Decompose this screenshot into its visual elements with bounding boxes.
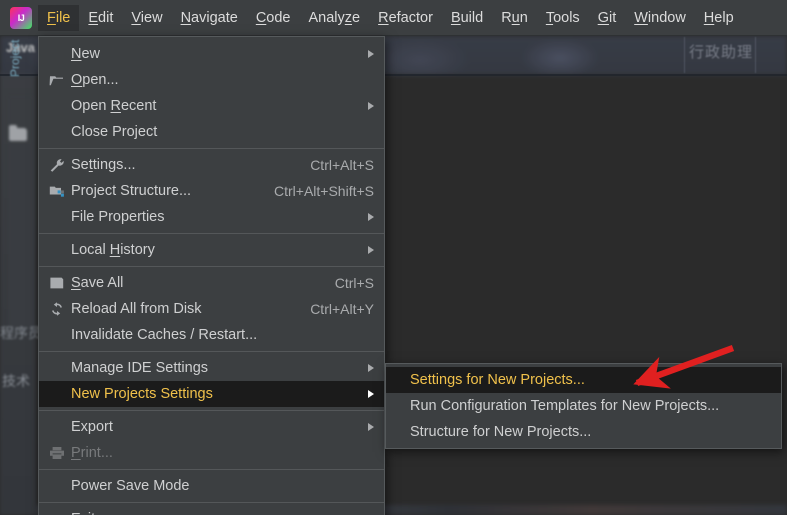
- menu-separator: [39, 502, 384, 503]
- app-logo-icon: [10, 7, 32, 29]
- folder-icon: [9, 128, 27, 141]
- menu-item-label: Print...: [71, 445, 374, 461]
- menu-icon-placeholder: [47, 386, 67, 402]
- menu-item-new[interactable]: New: [39, 41, 384, 67]
- menubar-item-view[interactable]: View: [122, 5, 171, 31]
- menubar-item-refactor[interactable]: Refactor: [369, 5, 442, 31]
- menu-item-print[interactable]: Print...: [39, 440, 384, 466]
- menu-item-label: New: [71, 46, 354, 62]
- menu-icon-placeholder: [47, 124, 67, 140]
- menubar-item-run[interactable]: Run: [492, 5, 537, 31]
- menu-item-shortcut: Ctrl+S: [335, 275, 374, 291]
- menubar-item-build[interactable]: Build: [442, 5, 492, 31]
- menu-icon-placeholder: [47, 98, 67, 114]
- chevron-right-icon: [368, 246, 374, 254]
- menu-item-label: Close Project: [71, 124, 374, 140]
- menu-item-label: Project Structure...: [71, 183, 256, 199]
- menu-item-label: Open Recent: [71, 98, 354, 114]
- background-watermark-2: 技术: [2, 371, 30, 391]
- menu-icon-placeholder: [47, 209, 67, 225]
- menu-item-label: Invalidate Caches / Restart...: [71, 327, 374, 343]
- menu-item-label: File Properties: [71, 209, 354, 225]
- menu-item-shortcut: Ctrl+Alt+S: [310, 157, 374, 173]
- menubar-item-window[interactable]: Window: [625, 5, 695, 31]
- menu-item-label: Local History: [71, 242, 354, 258]
- menu-item-local-history[interactable]: Local History: [39, 237, 384, 263]
- menubar-item-navigate[interactable]: Navigate: [172, 5, 247, 31]
- menubar-item-tools[interactable]: Tools: [537, 5, 589, 31]
- reload-icon: [47, 301, 67, 317]
- menu-item-save-all[interactable]: Save All Ctrl+S: [39, 270, 384, 296]
- photo-caption-text: 行政助理: [689, 41, 753, 62]
- menu-icon-placeholder: [47, 511, 67, 515]
- menu-separator: [39, 351, 384, 352]
- chevron-right-icon: [368, 390, 374, 398]
- menu-item-label: Settings...: [71, 157, 292, 173]
- submenu-item-label: Structure for New Projects...: [410, 424, 771, 440]
- menu-item-exit[interactable]: Exit: [39, 506, 384, 515]
- menu-separator: [39, 266, 384, 267]
- menu-item-label: Reload All from Disk: [71, 301, 292, 317]
- menu-item-shortcut: Ctrl+Alt+Y: [310, 301, 374, 317]
- wrench-icon: [47, 157, 67, 173]
- new-projects-settings-submenu: Settings for New Projects... Run Configur…: [385, 363, 782, 449]
- menu-item-manage-ide-settings[interactable]: Manage IDE Settings: [39, 355, 384, 381]
- chevron-right-icon: [368, 364, 374, 372]
- menu-item-invalidate-caches-restart[interactable]: Invalidate Caches / Restart...: [39, 322, 384, 348]
- submenu-item-settings-for-new-projects[interactable]: Settings for New Projects...: [386, 367, 781, 393]
- printer-icon: [47, 445, 67, 461]
- menu-item-open[interactable]: Open...: [39, 67, 384, 93]
- menu-icon-placeholder: [47, 419, 67, 435]
- menu-item-open-recent[interactable]: Open Recent: [39, 93, 384, 119]
- menu-item-reload-all-from-disk[interactable]: Reload All from Disk Ctrl+Alt+Y: [39, 296, 384, 322]
- menu-item-label: Manage IDE Settings: [71, 360, 354, 376]
- menu-item-power-save-mode[interactable]: Power Save Mode: [39, 473, 384, 499]
- menubar-item-edit[interactable]: Edit: [79, 5, 122, 31]
- menu-item-project-structure[interactable]: Project Structure... Ctrl+Alt+Shift+S: [39, 178, 384, 204]
- menu-item-label: Power Save Mode: [71, 478, 374, 494]
- chevron-right-icon: [368, 50, 374, 58]
- submenu-item-label: Settings for New Projects...: [410, 372, 771, 388]
- project-structure-icon: [47, 183, 67, 199]
- submenu-item-label: Run Configuration Templates for New Proj…: [410, 398, 771, 414]
- submenu-item-run-configuration-templates-for-new-projects[interactable]: Run Configuration Templates for New Proj…: [386, 393, 781, 419]
- menu-item-new-projects-settings[interactable]: New Projects Settings: [39, 381, 384, 407]
- menu-icon-placeholder: [47, 360, 67, 376]
- menu-icon-placeholder: [47, 242, 67, 258]
- menubar-item-help[interactable]: Help: [695, 5, 743, 31]
- menu-icon-placeholder: [47, 478, 67, 494]
- save-icon: [47, 275, 67, 291]
- folder-open-icon: [47, 72, 67, 88]
- menu-separator: [39, 469, 384, 470]
- file-menu-popup: New Open... Open Recent Close Project Settin…: [38, 36, 385, 515]
- chevron-right-icon: [368, 102, 374, 110]
- menu-item-label: New Projects Settings: [71, 386, 354, 402]
- menubar-item-file[interactable]: File: [38, 5, 79, 31]
- menu-item-export[interactable]: Export: [39, 414, 384, 440]
- menubar-item-analyze[interactable]: Analyze: [300, 5, 370, 31]
- menubar-item-code[interactable]: Code: [247, 5, 300, 31]
- menu-item-label: Exit: [71, 511, 374, 515]
- menu-item-settings[interactable]: Settings... Ctrl+Alt+S: [39, 152, 384, 178]
- main-menu-bar: FileEditViewNavigateCodeAnalyzeRefactorB…: [0, 0, 787, 36]
- ide-window: 行政助理 Java Project 程序员 技术 FileEditViewNav…: [0, 0, 787, 515]
- menu-item-label: Open...: [71, 72, 374, 88]
- menu-item-label: Export: [71, 419, 354, 435]
- menu-icon-placeholder: [47, 46, 67, 62]
- menu-item-label: Save All: [71, 275, 317, 291]
- menu-item-shortcut: Ctrl+Alt+Shift+S: [274, 183, 374, 199]
- menu-item-close-project[interactable]: Close Project: [39, 119, 384, 145]
- menu-icon-placeholder: [47, 327, 67, 343]
- menu-separator: [39, 410, 384, 411]
- menu-separator: [39, 233, 384, 234]
- chevron-right-icon: [368, 213, 374, 221]
- submenu-item-structure-for-new-projects[interactable]: Structure for New Projects...: [386, 419, 781, 445]
- menubar-item-git[interactable]: Git: [589, 5, 626, 31]
- menu-separator: [39, 148, 384, 149]
- menu-item-file-properties[interactable]: File Properties: [39, 204, 384, 230]
- chevron-right-icon: [368, 423, 374, 431]
- tool-window-tab-project[interactable]: Project: [8, 40, 22, 77]
- background-watermark-1: 程序员: [0, 323, 42, 343]
